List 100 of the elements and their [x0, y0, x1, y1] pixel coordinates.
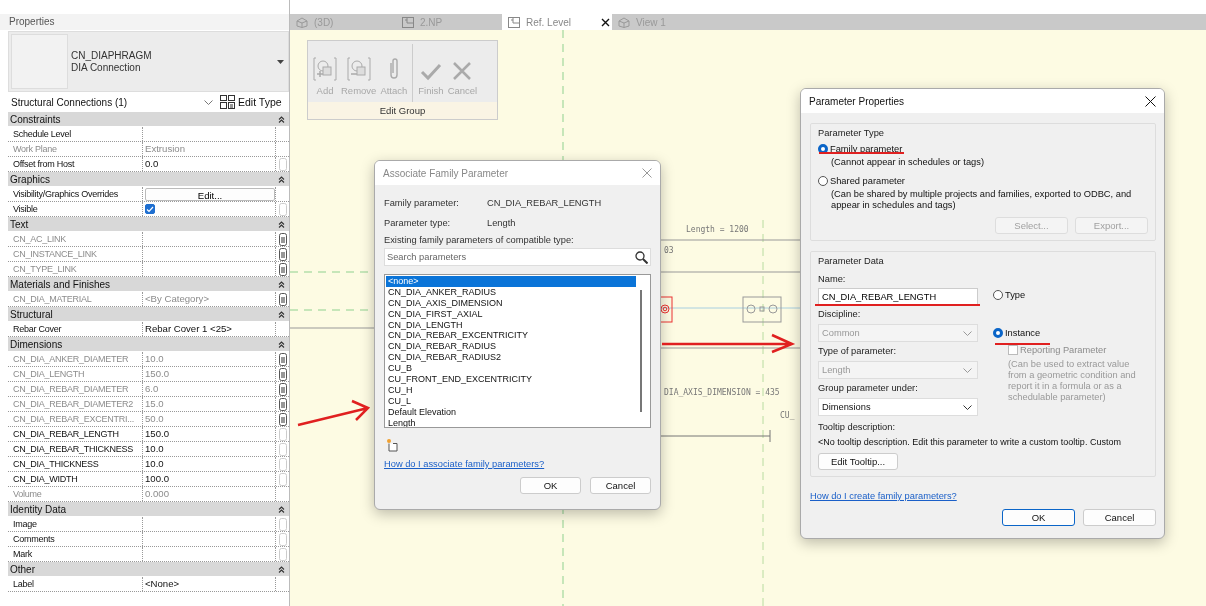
- view-tab[interactable]: Ref. Level: [502, 14, 612, 30]
- property-value[interactable]: 10.0: [145, 442, 164, 456]
- field-value: CN_DIA_REBAR_LENGTH: [487, 198, 602, 208]
- property-label: CN_DIA_REBAR_LENGTH: [8, 427, 143, 441]
- property-label: Work Plane: [8, 142, 143, 156]
- dimension-label: 03: [664, 246, 674, 255]
- edit-tooltip-button[interactable]: Edit Tooltip...: [818, 453, 898, 470]
- property-label: Visibility/Graphics Overrides: [8, 187, 143, 201]
- property-label: Volume: [8, 487, 143, 501]
- edit-type-icon: [220, 95, 235, 109]
- type-subname: DIA Connection: [71, 61, 142, 74]
- property-label: CN_DIA_MATERIAL: [8, 292, 143, 306]
- field-label: Parameter type:: [384, 218, 452, 228]
- caret-icon: [277, 60, 284, 64]
- chevron-icon: [963, 404, 972, 410]
- group-header[interactable]: Constraints: [8, 112, 289, 127]
- field-label: Family parameter:: [384, 198, 460, 208]
- radio-button[interactable]: [818, 175, 828, 186]
- type-selector[interactable]: CN_DIAPHRAGM DIA Connection: [8, 31, 289, 92]
- list-item[interactable]: CN_DIA_LENGTH: [386, 319, 636, 331]
- help-link[interactable]: How do I create family parameters?: [810, 491, 1156, 501]
- cancel-button[interactable]: Cancel: [590, 477, 651, 494]
- ok-button[interactable]: OK: [520, 477, 581, 494]
- ok-button[interactable]: OK: [1002, 509, 1075, 526]
- close-icon[interactable]: [601, 17, 610, 27]
- field-label: Group parameter under:: [818, 383, 919, 395]
- option-label[interactable]: Instance: [1005, 327, 1041, 338]
- group-header[interactable]: Materials and Finishes: [8, 277, 289, 292]
- chevron-icon: [963, 330, 972, 336]
- list-item[interactable]: CN_DIA_ANKER_RADIUS: [386, 286, 636, 298]
- group-header[interactable]: Text: [8, 217, 289, 232]
- visible-checkbox[interactable]: [145, 204, 155, 214]
- radio-button[interactable]: [818, 143, 828, 154]
- property-value[interactable]: 150.0: [145, 427, 169, 441]
- property-label: Image: [8, 517, 143, 531]
- option-note: (Can be shared by multiple projects and families, exported to ODBC, and appear in schedules and tags): [830, 189, 1133, 211]
- new-parameter-icon[interactable]: [386, 438, 398, 452]
- property-label: CN_DIA_REBAR_EXCENTRI...: [8, 412, 143, 426]
- edit-button[interactable]: Edit...: [145, 187, 275, 201]
- property-value[interactable]: 100.0: [145, 472, 169, 486]
- group-header[interactable]: Dimensions: [8, 337, 289, 352]
- dimension-label: DIA_AXIS_DIMENSION = 435: [664, 388, 780, 397]
- floor-plan-icon: [402, 16, 414, 28]
- option-label[interactable]: Type: [1005, 289, 1026, 300]
- checkmark-icon: [420, 63, 442, 81]
- tooltip-text: <No tooltip description. Edit this parameter to write a custom tooltip. Custom: [818, 437, 1122, 447]
- list-item[interactable]: CN_DIA_AXIS_DIMENSION: [386, 297, 636, 309]
- property-value[interactable]: 10.0: [145, 457, 164, 471]
- group-dropdown[interactable]: Dimensions: [818, 398, 978, 416]
- property-value[interactable]: Rebar Cover 1 <25>: [145, 322, 232, 336]
- dialog-title: Parameter Properties: [809, 95, 905, 107]
- chevron-icon: [963, 367, 972, 373]
- close-icon[interactable]: [1145, 95, 1156, 107]
- property-label: CN_DIA_REBAR_DIAMETER: [8, 382, 143, 396]
- list-item[interactable]: CU_FRONT_END_EXCENTRICITY: [386, 374, 636, 385]
- property-label: CN_DIA_REBAR_THICKNESS: [8, 442, 143, 456]
- scrollbar[interactable]: [640, 290, 642, 412]
- group-header[interactable]: Identity Data: [8, 502, 289, 517]
- radio-button[interactable]: [993, 289, 1003, 300]
- cancel-button[interactable]: Cancel: [1083, 509, 1156, 526]
- remove-group-icon: [346, 57, 371, 81]
- type-name: CN_DIAPHRAGM: [71, 49, 152, 62]
- group-header[interactable]: Graphics: [8, 172, 289, 187]
- dimension-label: CU_: [780, 411, 795, 420]
- property-value[interactable]: <None>: [145, 577, 180, 591]
- edit-type-button[interactable]: Edit Type: [216, 95, 282, 109]
- list-item[interactable]: CU_B: [386, 363, 636, 374]
- list-item[interactable]: Length: [386, 417, 636, 427]
- property-label: CN_DIA_THICKNESS: [8, 457, 143, 471]
- list-item[interactable]: <none>: [386, 276, 636, 287]
- dialog-title: Associate Family Parameter: [383, 167, 509, 179]
- group-header[interactable]: Structural: [8, 307, 289, 322]
- list-item[interactable]: CU_L: [386, 395, 636, 407]
- property-label: CN_DIA_ANKER_DIAMETER: [8, 352, 143, 366]
- close-icon: [452, 61, 473, 81]
- floor-plan-icon: [508, 16, 520, 28]
- property-label: Rebar Cover: [8, 322, 143, 336]
- option-note: (Can be used to extract value from a geometric condition and report it in a formula or as a schedulable parameter): [1007, 359, 1137, 403]
- field-label: Type of parameter:: [818, 346, 898, 358]
- list-item[interactable]: CN_DIA_FIRST_AXIAL: [386, 308, 636, 320]
- annotation-underline: [994, 343, 1051, 345]
- help-link[interactable]: How do I associate family parameters?: [384, 459, 651, 469]
- option-label[interactable]: Shared parameter: [830, 175, 905, 186]
- panel-label: Edit Group: [308, 102, 497, 119]
- property-label: Mark: [8, 547, 143, 561]
- property-value[interactable]: 0.0: [145, 157, 159, 171]
- property-label: Label: [8, 577, 143, 591]
- property-label: Comments: [8, 532, 143, 546]
- property-label: CN_DIA_WIDTH: [8, 472, 143, 486]
- field-label: Name:: [818, 274, 847, 286]
- option-label[interactable]: Family parameter: [830, 143, 903, 154]
- list-item[interactable]: CU_H: [386, 384, 636, 396]
- group-header[interactable]: Other: [8, 562, 289, 577]
- search-field[interactable]: Search parameters: [384, 248, 651, 266]
- radio-button[interactable]: [993, 327, 1003, 338]
- list-item[interactable]: CN_DIA_REBAR_RADIUS: [386, 341, 636, 353]
- list-item[interactable]: CN_DIA_REBAR_RADIUS2: [386, 352, 636, 364]
- property-label: CN_DIA_REBAR_DIAMETER2: [8, 397, 143, 411]
- list-item[interactable]: Default Elevation: [386, 406, 636, 418]
- list-item[interactable]: CN_DIA_REBAR_EXCENTRICITY: [386, 330, 636, 342]
